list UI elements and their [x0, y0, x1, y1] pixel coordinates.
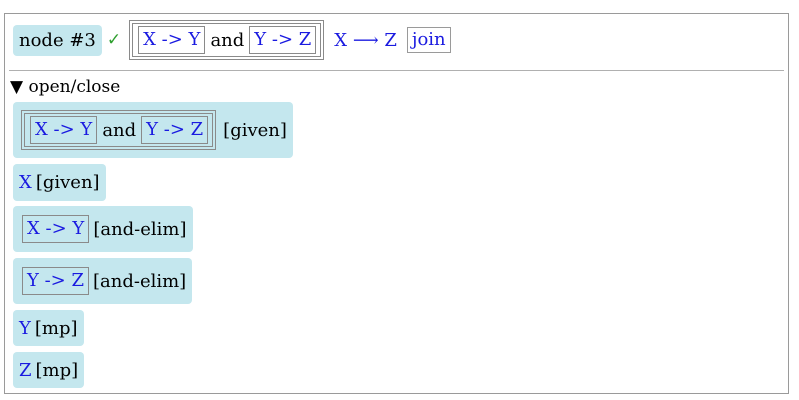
step-highlight: Z [mp]	[13, 352, 85, 388]
proof-node-panel: node #3 ✓ X -> Y and Y -> Z X ⟶ Z join ▼…	[4, 13, 789, 394]
step-left-formula: X -> Y	[30, 116, 98, 144]
step-highlight: Y [mp]	[13, 310, 84, 346]
step-rule: [given]	[223, 119, 287, 141]
step-conjunction-label: and	[102, 119, 137, 141]
proof-step-2: X [given]	[13, 164, 106, 201]
step-boxed-formula: X -> Y	[22, 215, 90, 243]
step-rule: [mp]	[34, 317, 78, 339]
toggle-label: open/close	[28, 77, 121, 97]
proof-step-5: Y [mp]	[13, 310, 84, 346]
premise-conjunction: X -> Y and Y -> Z	[132, 23, 322, 57]
step-formula: X	[19, 172, 32, 193]
step-conjunction: X -> Y and Y -> Z	[24, 113, 214, 147]
premise-right-formula: Y -> Z	[249, 26, 317, 54]
step-boxed-formula: Y -> Z	[22, 267, 89, 295]
proof-step-4: Y -> Z [and-elim]	[13, 258, 193, 304]
step-formula-box: X -> Y and Y -> Z	[21, 110, 217, 150]
triangle-down-icon: ▼	[10, 77, 24, 97]
conjunction-label: and	[210, 29, 245, 51]
check-icon: ✓	[106, 30, 122, 50]
step-highlight: X -> Y and Y -> Z [given]	[13, 102, 293, 158]
proof-step-6: Z [mp]	[13, 352, 85, 388]
proof-step-3: X -> Y [and-elim]	[13, 206, 193, 252]
premise-box: X -> Y and Y -> Z	[129, 20, 325, 60]
premise-left-formula: X -> Y	[138, 26, 206, 54]
join-button[interactable]: join	[406, 27, 451, 53]
step-formula: Z	[19, 359, 32, 381]
node-header: node #3 ✓ X -> Y and Y -> Z X ⟶ Z join	[13, 20, 451, 60]
step-rule: [and-elim]	[93, 218, 187, 240]
proof-step-1: X -> Y and Y -> Z [given]	[13, 102, 293, 158]
open-close-toggle[interactable]: ▼ open/close	[10, 77, 120, 97]
node-label: node #3	[13, 24, 102, 56]
step-rule: [mp]	[35, 359, 79, 381]
step-right-formula: Y -> Z	[141, 116, 209, 144]
conclusion-formula: X ⟶ Z	[334, 29, 397, 51]
step-rule: [given]	[35, 172, 100, 193]
step-highlight: X -> Y [and-elim]	[13, 206, 193, 252]
step-highlight: Y -> Z [and-elim]	[13, 258, 193, 304]
step-rule: [and-elim]	[93, 270, 187, 292]
header-divider	[9, 70, 784, 71]
step-formula: Y	[19, 317, 31, 339]
step-highlight: X [given]	[13, 164, 106, 201]
